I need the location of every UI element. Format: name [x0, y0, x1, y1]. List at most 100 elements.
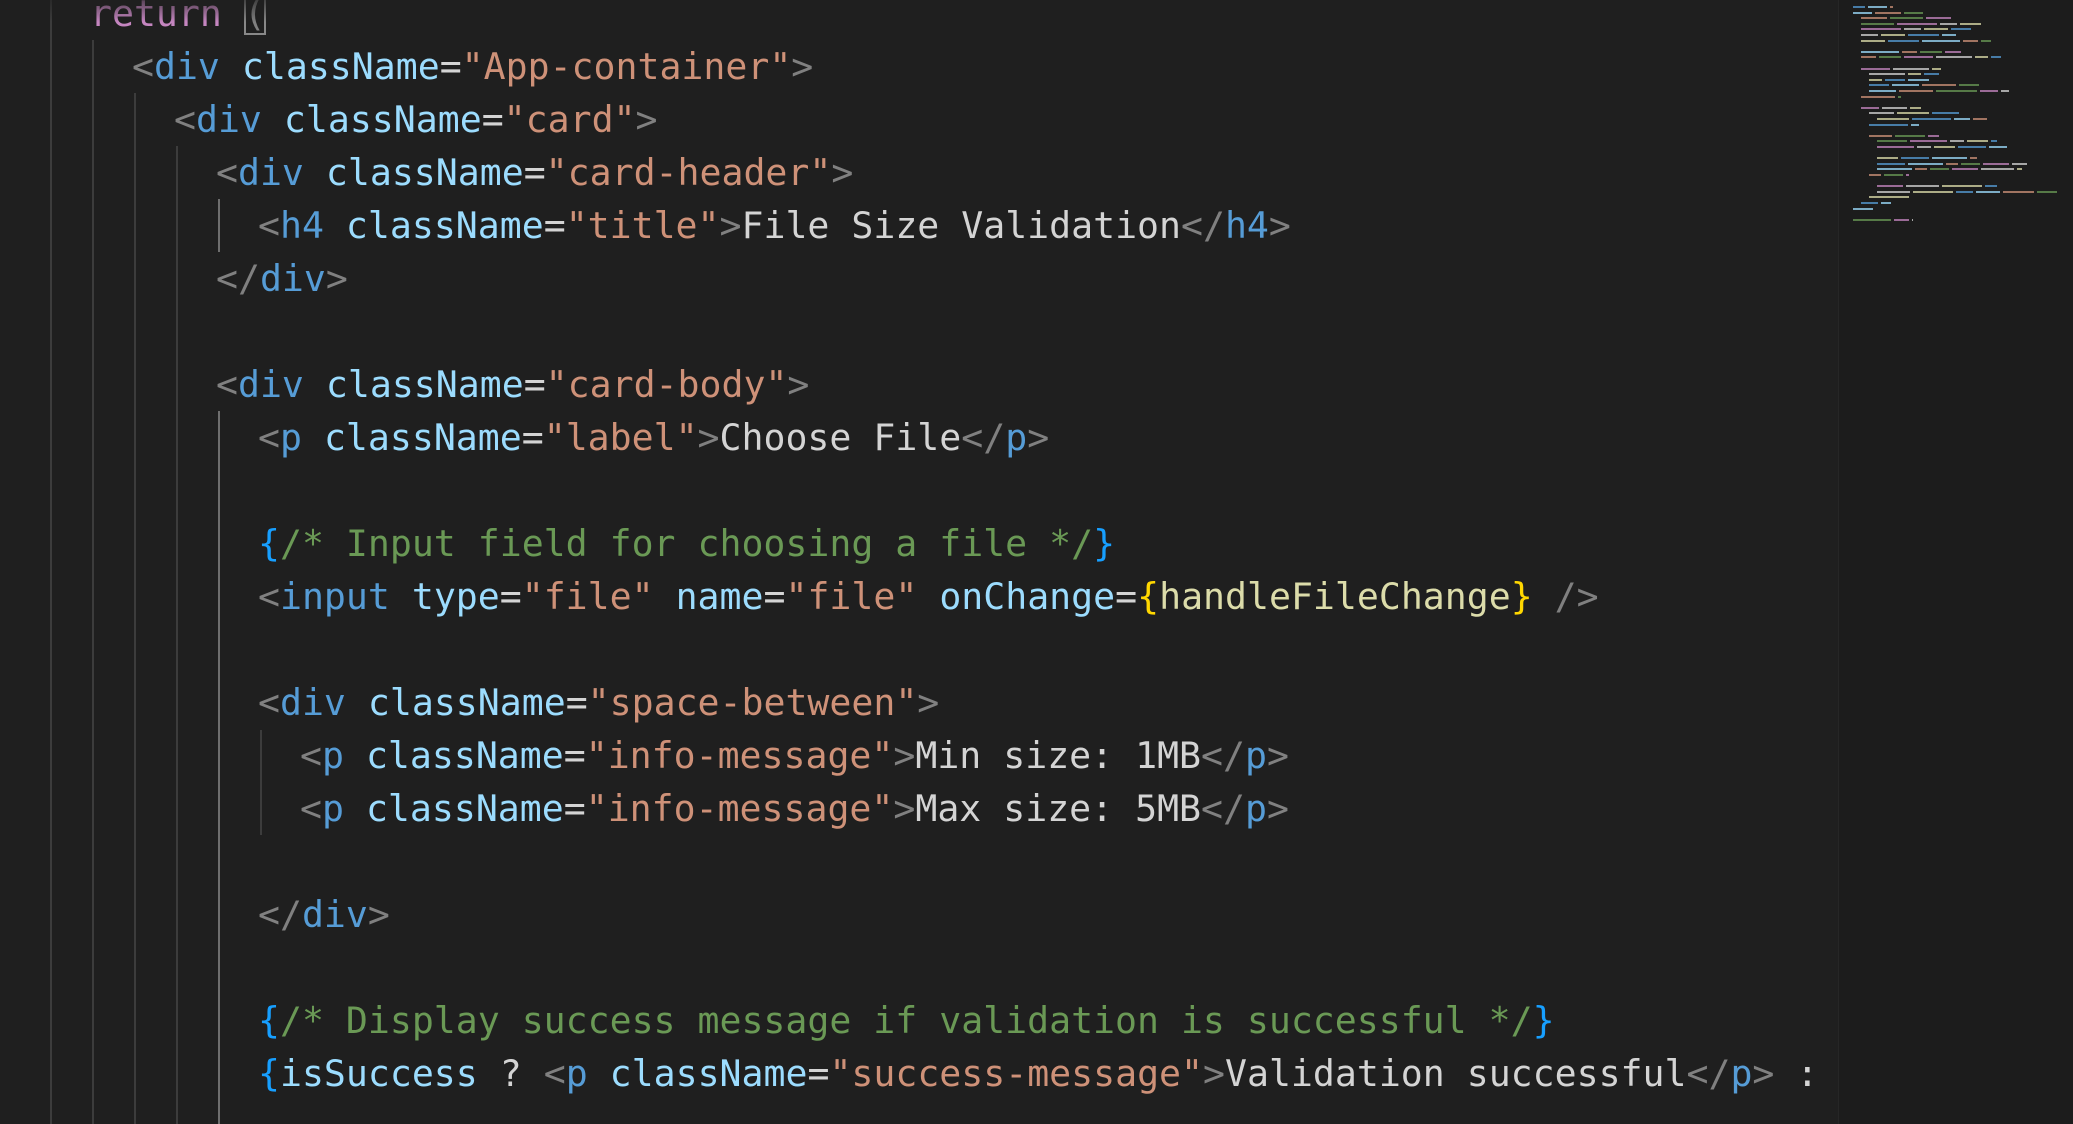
code-line-min-size[interactable]: <p className="info-message">Min size: 1M…	[300, 729, 1289, 782]
indent-guide	[134, 93, 136, 1124]
operator-token: =	[1115, 575, 1138, 618]
punctuation-token: >	[1027, 416, 1050, 459]
minimap-code-line	[1902, 50, 1917, 53]
punctuation-token: </	[258, 893, 302, 936]
minimap-code-line	[1906, 174, 1909, 176]
punctuation-token: >	[325, 257, 348, 300]
minimap-code-line	[1911, 123, 1919, 126]
punctuation-token: >	[831, 151, 854, 194]
minimap-code-line	[1981, 168, 2014, 171]
minimap-code-line	[2012, 162, 2027, 165]
minimap-code-line	[1869, 90, 1896, 92]
text-token: Validation successful	[1225, 1052, 1687, 1095]
punctuation-token: </	[1181, 204, 1225, 247]
minimap-code-line	[1913, 190, 1953, 193]
tag-name-token: div	[153, 45, 220, 88]
tag-name-token: p	[1005, 416, 1028, 459]
minimap-code-line	[1897, 112, 1929, 115]
minimap-code-line	[1956, 190, 1973, 193]
attribute-token: className	[325, 363, 524, 406]
minimap-code-line	[1893, 67, 1929, 70]
brace-token: {	[1137, 575, 1160, 618]
attribute-token: className	[365, 787, 564, 830]
tag-name-token: input	[279, 575, 390, 618]
brace-token: {	[258, 522, 280, 565]
minimap-code-line	[1954, 118, 1970, 120]
minimap-code-line	[1967, 140, 1988, 143]
operator-token: =	[543, 204, 566, 247]
punctuation-token: >	[893, 734, 916, 777]
minimap-code-line	[1928, 134, 1939, 137]
punctuation-token: >	[719, 204, 742, 247]
minimap-code-line	[1861, 50, 1899, 53]
string-token: "card-body"	[545, 363, 788, 406]
code-line-input-file[interactable]: <input type="file" name="file" onChange=…	[258, 570, 1599, 623]
code-line-card-open[interactable]: <div className="card">	[174, 93, 658, 146]
minimap-code-line	[1932, 67, 1941, 70]
string-token: "App-container"	[461, 45, 792, 88]
punctuation-token: </	[961, 416, 1006, 459]
punctuation-token: </	[1686, 1052, 1731, 1095]
string-token: "file"	[521, 575, 654, 618]
code-line-space-between-open[interactable]: <div className="space-between">	[258, 676, 939, 729]
code-line-space-between-close[interactable]: </div>	[258, 888, 390, 941]
minimap-code-line	[1885, 78, 1905, 81]
minimap-code-line	[1877, 140, 1907, 143]
minimap-code-line	[1960, 22, 1981, 25]
indent-guide	[218, 411, 220, 1124]
tag-name-token: div	[279, 681, 346, 724]
minimap-code-line	[1926, 17, 1951, 20]
punctuation-token: >	[1203, 1052, 1225, 1095]
minimap-code-line	[1912, 118, 1951, 120]
minimap-code-line	[1981, 39, 1991, 42]
minimap-code-line	[1853, 218, 1891, 221]
tag-name-token: p	[1245, 734, 1267, 777]
code-line-card-header-open[interactable]: <div className="card-header">	[216, 146, 853, 199]
minimap[interactable]	[1838, 0, 2073, 1124]
attribute-token: className	[367, 681, 566, 724]
attribute-token: className	[241, 45, 440, 88]
code-view[interactable]: return (<div className="App-container"><…	[0, 0, 1838, 1124]
operator-token: =	[481, 98, 504, 141]
tag-name-token: div	[237, 151, 304, 194]
minimap-code-line	[1980, 90, 1998, 92]
minimap-code-line	[1879, 56, 1901, 59]
attribute-token: className	[609, 1052, 808, 1095]
code-line-card-header-close[interactable]: </div>	[216, 252, 348, 305]
minimap-code-line	[1930, 168, 1949, 171]
minimap-code-line	[1890, 17, 1923, 20]
code-line-max-size[interactable]: <p className="info-message">Max size: 5M…	[300, 782, 1289, 835]
string-token: "title"	[565, 204, 720, 247]
code-line-app-container-open[interactable]: <div className="App-container">	[132, 40, 813, 93]
minimap-code-line	[1983, 162, 2009, 165]
punctuation-token: <	[543, 1052, 566, 1095]
code-line-is-success[interactable]: {isSuccess ? <p className="success-messa…	[258, 1047, 1838, 1100]
minimap-code-line	[1853, 11, 1872, 14]
punctuation-token: <	[216, 363, 238, 406]
code-editor[interactable]: return (<div className="App-container"><…	[0, 0, 2073, 1124]
string-token: "space-between"	[587, 681, 918, 724]
minimap-code-line	[1861, 67, 1890, 70]
code-line-card-body-open[interactable]: <div className="card-body">	[216, 358, 809, 411]
minimap-code-line	[1989, 146, 2007, 148]
code-line-title-h4[interactable]: <h4 className="title">File Size Validati…	[258, 199, 1291, 252]
minimap-code-line	[1908, 78, 1929, 81]
indent-guide	[92, 40, 94, 1124]
minimap-code-line	[1869, 112, 1894, 115]
code-line-comment-success[interactable]: {/* Display success message if validatio…	[258, 994, 1555, 1047]
minimap-code-line	[1924, 28, 1948, 31]
minimap-code-line	[1991, 140, 1997, 143]
code-line-comment-input[interactable]: {/* Input field for choosing a file */}	[258, 517, 1115, 570]
minimap-code-line	[1942, 185, 1982, 188]
minimap-code-line	[1991, 56, 2001, 59]
minimap-code-line	[1901, 157, 1929, 160]
attribute-token: type	[411, 575, 500, 618]
punctuation-token: >	[917, 681, 940, 724]
minimap-code-line	[1894, 218, 1909, 221]
code-line-label-p[interactable]: <p className="label">Choose File</p>	[258, 411, 1049, 464]
